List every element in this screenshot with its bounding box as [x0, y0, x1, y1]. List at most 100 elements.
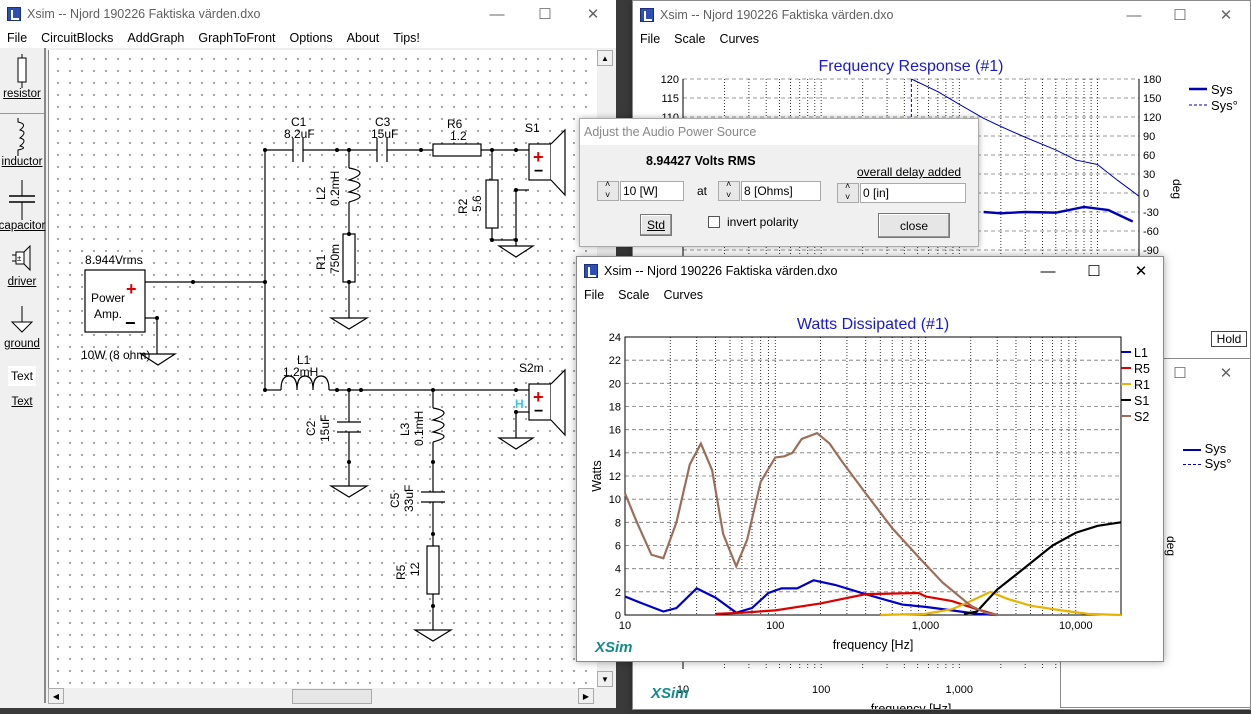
xsim-logo: XSim — [651, 685, 689, 702]
series-line-l1 — [624, 579, 998, 617]
menu-tips[interactable]: Tips! — [386, 31, 427, 45]
series-line-r1 — [880, 590, 1122, 617]
legend-label: Sys — [1211, 82, 1233, 97]
l1-value: 1.2mH — [283, 365, 318, 379]
horizontal-scroll-thumb[interactable] — [292, 689, 372, 704]
l3-name: L3 — [398, 422, 412, 436]
legend-label-r5: R5 — [1134, 362, 1150, 376]
menu-file[interactable]: File — [0, 31, 34, 45]
app-icon — [584, 264, 598, 278]
y-right-axis-label: deg — [1170, 179, 1184, 199]
y-tick-label: 20 — [609, 378, 621, 390]
y-right-tick-label: 90 — [1143, 131, 1155, 143]
delay-spinner[interactable] — [837, 181, 859, 203]
watts-menubar: File Scale Curves — [577, 285, 1163, 305]
palette-text[interactable]: Text Text — [0, 366, 44, 424]
menu-curves[interactable]: Curves — [712, 32, 766, 46]
schematic-drawing: 8.944Vrms Power Amp. + − 10W (8 ohm) C1 … — [81, 115, 566, 642]
maximize-button[interactable]: ☐ — [1157, 1, 1203, 29]
invert-polarity-label: invert polarity — [727, 215, 799, 229]
y-right-tick-label: 120 — [1143, 112, 1161, 124]
y-tick-label: 10 — [609, 494, 621, 506]
close-button[interactable]: ✕ — [1203, 359, 1249, 387]
legend-label-r1: R1 — [1134, 378, 1150, 392]
freq-menubar: File Scale Curves — [633, 29, 1250, 49]
impedance-spinner[interactable] — [718, 179, 740, 201]
menu-scale[interactable]: Scale — [667, 32, 712, 46]
minimize-button[interactable]: — — [474, 0, 520, 28]
x-tick-label: 100 — [812, 684, 830, 696]
menu-scale[interactable]: Scale — [611, 288, 656, 302]
palette-driver[interactable]: ± driver — [0, 242, 44, 300]
power-input[interactable]: 10 [W] — [620, 181, 684, 201]
close-button[interactable]: ✕ — [570, 0, 616, 28]
menu-options[interactable]: Options — [283, 31, 340, 45]
scroll-right-button[interactable]: ▶ — [578, 688, 594, 704]
scroll-left-button[interactable]: ◀ — [48, 688, 64, 704]
minimize-button[interactable]: — — [1025, 257, 1071, 285]
y-tick-label: 18 — [609, 402, 621, 414]
s2-name: S2m — [519, 361, 544, 375]
scroll-down-button[interactable]: ▼ — [597, 671, 613, 687]
y-tick-label: 4 — [615, 564, 621, 576]
x-tick-label: 10 — [619, 620, 631, 632]
power-spinner[interactable] — [597, 179, 619, 201]
l3-value: 0.1mH — [412, 411, 426, 446]
menu-curves[interactable]: Curves — [656, 288, 710, 302]
component-palette: resistor inductor capacitor ± driver gro… — [0, 48, 46, 703]
maximize-button[interactable]: ☐ — [1071, 257, 1117, 285]
c5-name: C5 — [388, 492, 402, 508]
r5-name: R5 — [394, 564, 408, 580]
menu-graphtofront[interactable]: GraphToFront — [191, 31, 282, 45]
scroll-up-button[interactable]: ▲ — [597, 50, 613, 66]
s2-minus-terminal: − — [534, 403, 543, 420]
chart-title: Watts Dissipated (#1) — [797, 316, 949, 333]
inductor-icon — [17, 118, 25, 156]
delay-label: overall delay added — [857, 165, 962, 179]
y-axis-label: Watts — [590, 460, 604, 491]
close-button[interactable]: ✕ — [1203, 1, 1249, 29]
close-button[interactable]: ✕ — [1118, 257, 1164, 285]
y-tick-label: 24 — [609, 332, 621, 344]
menu-file[interactable]: File — [577, 288, 611, 302]
menu-file[interactable]: File — [633, 32, 667, 46]
horizontal-scrollbar[interactable]: ◀ ▶ — [48, 688, 598, 705]
y-tick-label: 14 — [609, 448, 621, 460]
y-right-tick-label: 150 — [1143, 93, 1161, 105]
delay-input[interactable]: 0 [in] — [860, 183, 966, 203]
y-tick-label: 2 — [615, 587, 621, 599]
schematic-canvas[interactable]: 8.944Vrms Power Amp. + − 10W (8 ohm) C1 … — [48, 50, 598, 688]
c1-value: 8.2uF — [284, 127, 315, 141]
std-button[interactable]: Std — [640, 214, 672, 236]
menu-addgraph[interactable]: AddGraph — [120, 31, 191, 45]
palette-ground[interactable]: ground — [0, 304, 44, 362]
palette-inductor[interactable]: inductor — [0, 118, 44, 176]
chart-title: Frequency Response (#1) — [819, 58, 1004, 75]
impedance-input[interactable]: 8 [Ohms] — [741, 181, 821, 201]
r2-value: 5.6 — [470, 195, 484, 212]
y-right-tick-label: 60 — [1143, 150, 1155, 162]
legend-label-l1: L1 — [1134, 346, 1148, 360]
legend-label-s1: S1 — [1134, 394, 1149, 408]
palette-capacitor[interactable]: capacitor — [0, 180, 45, 238]
c5-value: 33uF — [402, 485, 416, 512]
x-tick-label: 1,000 — [912, 620, 940, 632]
y-tick-label: 8 — [615, 517, 621, 529]
invert-polarity-checkbox[interactable] — [708, 216, 720, 228]
main-menubar: File CircuitBlocks AddGraph GraphToFront… — [0, 28, 616, 48]
hold-button[interactable]: Hold — [1211, 331, 1247, 347]
menu-circuitblocks[interactable]: CircuitBlocks — [34, 31, 120, 45]
y-left-tick-label: 120 — [661, 74, 679, 86]
amp-minus-terminal: − — [125, 313, 136, 333]
series-line-s2 — [623, 431, 998, 617]
maximize-button[interactable]: ☐ — [522, 0, 568, 28]
window-title: Xsim -- Njord 190226 Faktiska värden.dxo — [660, 8, 894, 22]
menu-about[interactable]: About — [340, 31, 387, 45]
y-right-tick-label: 180 — [1143, 74, 1161, 86]
at-label: at — [697, 184, 708, 198]
third-ylabel: deg — [1164, 535, 1179, 557]
minimize-button[interactable]: — — [1111, 1, 1157, 29]
palette-resistor[interactable]: resistor — [0, 54, 44, 114]
capacitor-icon — [9, 180, 35, 220]
close-dialog-button[interactable]: close — [878, 213, 950, 238]
